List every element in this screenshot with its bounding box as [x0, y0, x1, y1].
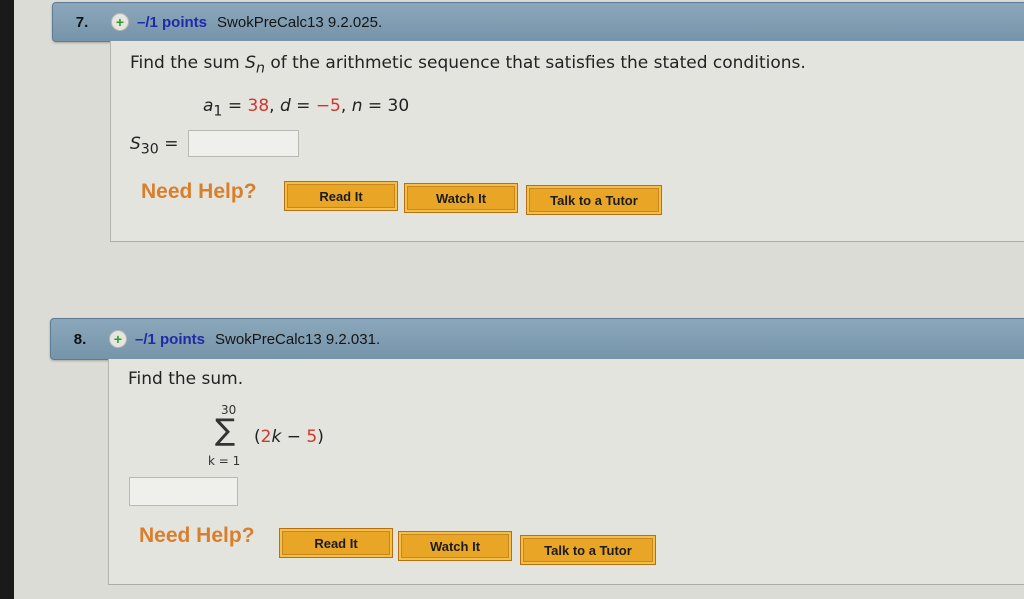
- paren-open: (: [254, 427, 261, 447]
- minus: −: [281, 427, 307, 447]
- separator: ,: [340, 96, 352, 116]
- expand-plus-icon[interactable]: +: [111, 13, 129, 31]
- prompt-text-end: of the arithmetic sequence that satisfie…: [264, 53, 806, 73]
- expand-plus-icon[interactable]: +: [109, 330, 127, 348]
- read-it-button[interactable]: Read It: [284, 181, 398, 211]
- need-help-label: Need Help?: [141, 180, 257, 203]
- answer-label: S30 =: [130, 134, 178, 157]
- equals: =: [158, 134, 179, 154]
- prompt-text: Find the sum: [130, 53, 246, 73]
- question-prompt: Find the sum Sn of the arithmetic sequen…: [130, 53, 806, 76]
- screen-bezel: [0, 0, 14, 599]
- answer-subscript: 30: [140, 141, 159, 158]
- answer-input[interactable]: [188, 130, 299, 157]
- sum-lower-limit: k = 1: [208, 454, 241, 468]
- answer-input[interactable]: [129, 477, 238, 506]
- question-header: 8. + –/1 points SwokPreCalc13 9.2.031.: [50, 318, 1024, 360]
- a-label: a: [203, 96, 214, 116]
- d-value: −5: [315, 96, 341, 116]
- read-it-button[interactable]: Read It: [279, 528, 393, 558]
- question-source: SwokPreCalc13 9.2.031.: [215, 330, 381, 348]
- points-label: –/1 points: [137, 13, 208, 31]
- question-source: SwokPreCalc13 9.2.025.: [217, 13, 383, 31]
- watch-it-button[interactable]: Watch It: [398, 531, 512, 561]
- talk-to-tutor-button[interactable]: Talk to a Tutor: [520, 535, 656, 565]
- n-label: n: [351, 96, 363, 116]
- n-value: 30: [387, 96, 410, 116]
- question-number: 7.: [75, 13, 89, 31]
- a-value: 38: [247, 96, 270, 116]
- prompt-subscript: n: [255, 60, 265, 77]
- equals: =: [222, 96, 248, 116]
- paren-close: ): [317, 427, 324, 447]
- constant: 5: [306, 427, 318, 447]
- d-label: d: [279, 96, 291, 116]
- prompt-variable: S: [245, 53, 256, 73]
- watch-it-button[interactable]: Watch It: [404, 183, 518, 213]
- talk-to-tutor-button[interactable]: Talk to a Tutor: [526, 185, 662, 215]
- equals: =: [362, 96, 388, 116]
- question-number: 8.: [73, 330, 87, 348]
- answer-variable: S: [130, 134, 141, 154]
- question-header: 7. + –/1 points SwokPreCalc13 9.2.025.: [52, 2, 1024, 42]
- question-prompt: Find the sum.: [128, 369, 244, 389]
- conditions: a1 = 38, d = −5, n = 30: [203, 96, 409, 119]
- need-help-label: Need Help?: [139, 524, 255, 547]
- equals: =: [290, 96, 316, 116]
- separator: ,: [269, 96, 280, 116]
- sigma-symbol: ∑: [215, 413, 236, 448]
- coefficient: 2: [260, 427, 272, 447]
- variable: k: [271, 427, 282, 447]
- points-label: –/1 points: [135, 330, 206, 348]
- sum-expression: (2k − 5): [254, 427, 324, 447]
